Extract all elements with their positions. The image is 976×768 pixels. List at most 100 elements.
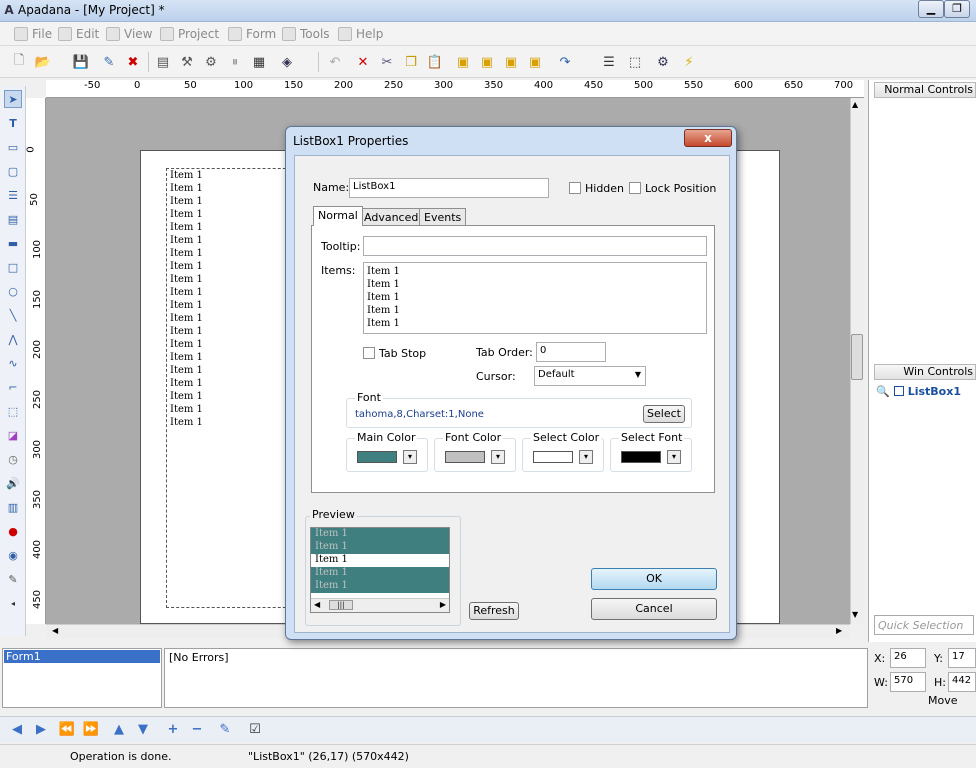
delete-control-icon[interactable]: ✕ xyxy=(354,53,372,71)
plugin-tool-icon[interactable]: ✎ xyxy=(4,570,22,588)
add-icon[interactable]: + xyxy=(164,720,182,738)
edit-tool-icon[interactable]: ▭ xyxy=(4,138,22,156)
listbox-tool-icon[interactable]: ☰ xyxy=(4,186,22,204)
sound-tool-icon[interactable]: 🔊 xyxy=(4,474,22,492)
prev-icon[interactable]: ◀ xyxy=(8,720,26,738)
preview-scroll-thumb[interactable]: ||| xyxy=(329,600,353,610)
tab-order-field[interactable]: 0 xyxy=(536,342,606,362)
timer-tool-icon[interactable]: ◷ xyxy=(4,450,22,468)
redo-icon[interactable]: ↷ xyxy=(556,53,574,71)
h-field[interactable]: 442 xyxy=(948,672,976,692)
scroll-right-icon[interactable]: ▶ xyxy=(836,626,842,635)
menu-project[interactable]: Project xyxy=(160,26,219,42)
menu-form[interactable]: Form xyxy=(228,26,276,42)
restore-button[interactable]: ❐ xyxy=(944,0,970,18)
listbox-control[interactable]: Item 1 Item 1 Item 1 Item 1 Item 1 Item 1 Item… xyxy=(166,168,296,608)
ok-button[interactable]: OK xyxy=(591,568,717,590)
save-icon[interactable]: 💾 xyxy=(72,53,90,71)
scroll-up-icon[interactable]: ▲ xyxy=(852,100,858,109)
snap-icon[interactable]: ⬚ xyxy=(626,53,644,71)
select-font-button[interactable]: Select xyxy=(643,405,685,423)
next-icon[interactable]: ▶ xyxy=(32,720,50,738)
name-field[interactable]: ListBox1 xyxy=(349,178,549,198)
send-back-icon[interactable]: ▣ xyxy=(526,53,544,71)
hidden-checkbox[interactable] xyxy=(569,182,581,194)
first-icon[interactable]: ⏪ xyxy=(58,720,76,738)
win-control-item-listbox1[interactable]: 🔍 ListBox1 xyxy=(876,382,974,400)
menu-edit[interactable]: Edit xyxy=(58,26,99,42)
menu-tools[interactable]: Tools xyxy=(282,26,330,42)
curve-tool-icon[interactable]: ∿ xyxy=(4,354,22,372)
items-textarea[interactable]: Item 1 Item 1 Item 1 Item 1 Item 1 xyxy=(363,262,707,334)
settings-icon[interactable]: ⚙ xyxy=(202,53,220,71)
pause-icon[interactable]: ⏸ xyxy=(226,53,244,71)
scroll-left-icon[interactable]: ◀ xyxy=(314,600,320,609)
tooltip-field[interactable] xyxy=(363,236,707,256)
undo-icon[interactable]: ↶ xyxy=(326,53,344,71)
bring-front-icon[interactable]: ▣ xyxy=(502,53,520,71)
open-icon[interactable]: 📂 xyxy=(34,53,52,71)
y-field[interactable]: 17 xyxy=(948,648,976,668)
polyline-tool-icon[interactable]: ⋀ xyxy=(4,330,22,348)
region-tool-icon[interactable]: ⬚ xyxy=(4,402,22,420)
font-color-dropdown-icon[interactable]: ▾ xyxy=(491,450,505,464)
forms-list[interactable]: Form1 xyxy=(2,648,162,708)
pointer-icon[interactable]: ➤ xyxy=(4,90,22,108)
line-tool-icon[interactable]: ╲ xyxy=(4,306,22,324)
last-icon[interactable]: ⏩ xyxy=(82,720,100,738)
build-icon[interactable]: ⚒ xyxy=(178,53,196,71)
align-left-icon[interactable]: ▣ xyxy=(454,53,472,71)
checker-flag-icon[interactable]: ▦ xyxy=(250,53,268,71)
text-tool-icon[interactable]: T xyxy=(4,114,22,132)
preview-hscrollbar[interactable]: ◀ ||| ▶ xyxy=(311,598,449,612)
menu-file[interactable]: File xyxy=(14,26,52,42)
vertical-scroll-thumb[interactable] xyxy=(851,334,863,380)
cancel-button[interactable]: Cancel xyxy=(591,598,717,620)
tab-advanced[interactable]: Advanced xyxy=(359,208,424,226)
video-tool-icon[interactable]: ▥ xyxy=(4,498,22,516)
select-color-dropdown-icon[interactable]: ▾ xyxy=(579,450,593,464)
lock-position-checkbox[interactable] xyxy=(629,182,641,194)
new-icon[interactable]: 🗋 xyxy=(10,53,28,71)
flash-tool-icon[interactable]: ● xyxy=(4,522,22,540)
w-field[interactable]: 570 xyxy=(890,672,926,692)
edit-form-icon[interactable]: ✎ xyxy=(100,53,118,71)
scroll-down-icon[interactable]: ▼ xyxy=(852,610,858,619)
browser-tool-icon[interactable]: ◉ xyxy=(4,546,22,564)
tab-stop-checkbox[interactable] xyxy=(363,347,375,359)
close-button[interactable]: x xyxy=(684,129,732,147)
cut-icon[interactable]: ✂ xyxy=(378,53,396,71)
main-color-dropdown-icon[interactable]: ▾ xyxy=(403,450,417,464)
form-list-item[interactable]: Form1 xyxy=(4,650,160,663)
minimize-button[interactable]: ▁ xyxy=(918,0,944,18)
down-icon[interactable]: ▼ xyxy=(134,720,152,738)
align-center-icon[interactable]: ▣ xyxy=(478,53,496,71)
copy-icon[interactable]: ❐ xyxy=(402,53,420,71)
canvas-vertical-scrollbar[interactable]: ▲ ▼ xyxy=(850,98,864,624)
paste-icon[interactable]: 📋 xyxy=(426,53,444,71)
wand-icon[interactable]: ✎ xyxy=(216,720,234,738)
scroll-right-icon[interactable]: ▶ xyxy=(440,600,446,609)
form-icon[interactable]: ▤ xyxy=(154,53,172,71)
path-tool-icon[interactable]: ⌐ xyxy=(4,378,22,396)
tab-normal[interactable]: Normal xyxy=(313,206,363,226)
up-icon[interactable]: ▲ xyxy=(110,720,128,738)
x-field[interactable]: 26 xyxy=(890,648,926,668)
grid-lines-icon[interactable]: ☰ xyxy=(600,53,618,71)
cursor-select[interactable]: Default ▼ xyxy=(534,366,646,386)
menu-view[interactable]: View xyxy=(106,26,152,42)
tab-events[interactable]: Events xyxy=(419,208,467,226)
quick-selection-input[interactable]: Quick Selection xyxy=(874,615,974,635)
select-font-dropdown-icon[interactable]: ▾ xyxy=(667,450,681,464)
image-tool-icon[interactable]: ▬ xyxy=(4,234,22,252)
ellipse-tool-icon[interactable]: ○ xyxy=(4,282,22,300)
combobox-tool-icon[interactable]: ▤ xyxy=(4,210,22,228)
refresh-button[interactable]: Refresh xyxy=(469,602,519,620)
remove-icon[interactable]: − xyxy=(188,720,206,738)
rectangle-tool-icon[interactable]: □ xyxy=(4,258,22,276)
menu-help[interactable]: Help xyxy=(338,26,383,42)
button-tool-icon[interactable]: ▢ xyxy=(4,162,22,180)
palette-more-icon[interactable]: ◂ xyxy=(4,594,22,612)
shape-tool-icon[interactable]: ◪ xyxy=(4,426,22,444)
run-icon[interactable]: ⚙ xyxy=(654,53,672,71)
